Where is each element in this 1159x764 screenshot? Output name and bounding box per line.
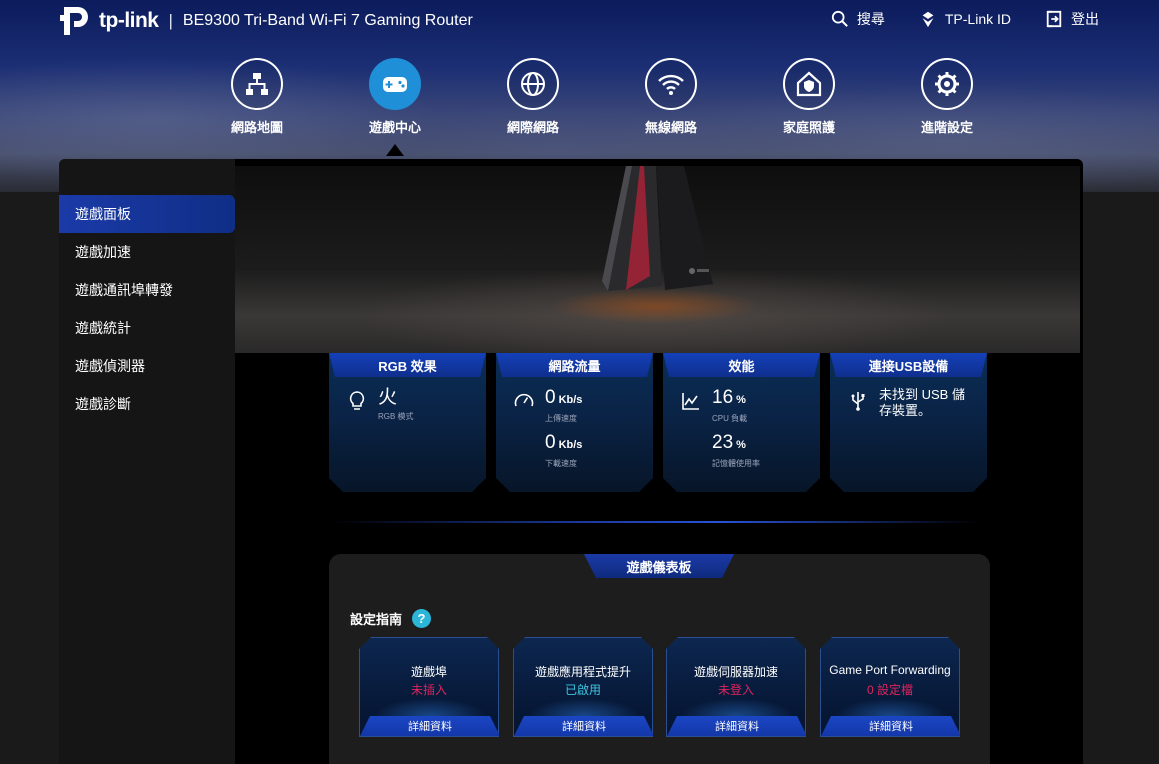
- usb-device-title: 連接USB設備: [830, 353, 987, 377]
- nav-label: 網路地圖: [230, 120, 283, 135]
- card-status: 未登入: [717, 683, 754, 697]
- usb-device-card: 連接USB設備 未找到 USB 儲 存裝置。: [830, 353, 987, 492]
- game-port-forwarding-card: Game Port Forwarding 0 設定檔 詳細資料: [820, 637, 960, 737]
- nav-label: 進階設定: [920, 120, 973, 135]
- logout-label: 登出: [1071, 11, 1099, 27]
- nav-label: 網際網路: [506, 120, 559, 135]
- download-speed-value: 0: [545, 432, 556, 453]
- game-dashboard-title: 遊戲儀表板: [584, 554, 734, 578]
- sidebar-item-game-stats[interactable]: 遊戲統計: [59, 309, 235, 347]
- memory-usage-value: 23: [712, 432, 734, 453]
- card-title: Game Port Forwarding: [829, 663, 951, 677]
- details-button[interactable]: 詳細資料: [667, 716, 807, 736]
- sidebar: 遊戲面板 遊戲加速 遊戲通訊埠轉發 遊戲統計 遊戲偵測器 遊戲診斷: [59, 159, 235, 764]
- logo[interactable]: tp-link | BE9300 Tri-Band Wi-Fi 7 Gaming…: [58, 3, 473, 39]
- setup-guide-label: 設定指南: [350, 612, 403, 627]
- sidebar-item-game-detector[interactable]: 遊戲偵測器: [59, 347, 235, 385]
- tp-link-logo-icon: [58, 3, 94, 39]
- cpu-load-value: 16: [712, 387, 734, 408]
- rgb-effect-title: RGB 效果: [329, 353, 486, 377]
- game-app-boost-card: 遊戲應用程式提升 已啟用 詳細資料: [513, 637, 653, 737]
- search-icon: [831, 10, 848, 27]
- section-divider: [329, 521, 979, 523]
- speedometer-icon: [513, 390, 535, 412]
- rgb-effect-card: RGB 效果 火 RGB 模式: [329, 353, 486, 492]
- router-image: [602, 166, 713, 291]
- card-status: 0 設定檔: [866, 683, 913, 697]
- nav-game-center[interactable]: 遊戲中心: [326, 58, 464, 156]
- sidebar-item-game-diagnostics[interactable]: 遊戲診斷: [59, 385, 235, 423]
- wifi-icon: [645, 58, 697, 110]
- memory-usage-label: 記憶體使用率: [712, 459, 760, 468]
- home-shield-icon: [783, 58, 835, 110]
- usb-status-line2: 存裝置。: [879, 403, 932, 418]
- card-title: 遊戲埠: [410, 665, 447, 679]
- top-actions: 搜尋 TP-Link ID 登出: [831, 9, 1099, 29]
- nav-label: 遊戲中心: [368, 120, 421, 135]
- details-button[interactable]: 詳細資料: [514, 716, 654, 736]
- search-label: 搜尋: [856, 11, 885, 27]
- rgb-mode-value: 火: [378, 387, 398, 408]
- sidebar-item-game-panel[interactable]: 遊戲面板: [59, 195, 235, 233]
- brand-name: tp-link: [99, 9, 159, 32]
- brand-separator: |: [168, 11, 173, 30]
- game-server-accel-card: 遊戲伺服器加速 未登入 詳細資料: [666, 637, 806, 737]
- cpu-load-label: CPU 負載: [712, 414, 748, 423]
- lightbulb-icon: [346, 390, 368, 412]
- memory-usage-unit: %: [736, 439, 746, 451]
- network-map-icon: [231, 58, 283, 110]
- nav-network-map[interactable]: 網路地圖: [188, 58, 326, 136]
- sidebar-item-game-port-forwarding[interactable]: 遊戲通訊埠轉發: [59, 271, 235, 309]
- upload-speed-value: 0: [545, 387, 556, 408]
- card-status: 已啟用: [564, 683, 601, 697]
- nav-internet[interactable]: 網際網路: [464, 58, 602, 136]
- details-button[interactable]: 詳細資料: [821, 716, 961, 736]
- network-traffic-card: 網路流量 0 Kb/s 上傳速度 0 Kb/s 下載速度: [496, 353, 653, 492]
- globe-icon: [507, 58, 559, 110]
- details-button[interactable]: 詳細資料: [360, 716, 500, 736]
- tplink-id-button[interactable]: TP-Link ID: [919, 9, 1011, 29]
- active-nav-indicator: [386, 144, 404, 156]
- performance-title: 效能: [663, 353, 820, 377]
- nav-label: 無線網路: [644, 120, 697, 135]
- usb-status-line1: 未找到 USB 儲: [879, 387, 965, 402]
- router-hero-image: [235, 166, 1080, 353]
- card-status: 未插入: [410, 683, 447, 697]
- nav-homecare[interactable]: 家庭照護: [740, 58, 878, 136]
- setup-guide: 設定指南 ?: [350, 609, 432, 628]
- tplink-id-label: TP-Link ID: [944, 11, 1011, 27]
- nav-advanced[interactable]: 進階設定: [878, 58, 1016, 136]
- logout-icon: [1046, 10, 1062, 28]
- logout-button[interactable]: 登出: [1045, 9, 1099, 29]
- download-speed-label: 下載速度: [545, 459, 577, 468]
- card-title: 遊戲應用程式提升: [534, 665, 631, 679]
- download-speed-unit: Kb/s: [558, 439, 583, 451]
- card-title: 遊戲伺服器加速: [693, 665, 778, 679]
- upload-speed-unit: Kb/s: [558, 394, 583, 406]
- main-panel: 遊戲面板 遊戲加速 遊戲通訊埠轉發 遊戲統計 遊戲偵測器 遊戲診斷 RGB 效果…: [59, 159, 1083, 764]
- upload-speed-label: 上傳速度: [545, 414, 577, 423]
- performance-card: 效能 16% CPU 負載 23% 記憶體使用率: [663, 353, 820, 492]
- nav-wireless[interactable]: 無線網路: [602, 58, 740, 136]
- game-port-card: 遊戲埠 未插入 詳細資料: [359, 637, 499, 737]
- gamepad-icon: [369, 58, 421, 110]
- gear-icon: [921, 58, 973, 110]
- sidebar-item-game-accelerator[interactable]: 遊戲加速: [59, 233, 235, 271]
- cpu-load-unit: %: [736, 394, 746, 406]
- game-dashboard: 遊戲儀表板 設定指南 ? 遊戲埠 未插入 詳細資料 遊戲應用程式提升 已啟用 詳…: [329, 554, 990, 764]
- help-icon[interactable]: ?: [412, 609, 432, 628]
- network-traffic-title: 網路流量: [496, 353, 653, 377]
- product-name: BE9300 Tri-Band Wi-Fi 7 Gaming Router: [182, 12, 473, 29]
- tplink-id-icon: [922, 11, 934, 28]
- line-chart-icon: [680, 390, 702, 412]
- search-button[interactable]: 搜尋: [831, 9, 885, 29]
- nav-label: 家庭照護: [782, 120, 835, 135]
- main-nav: 網路地圖 遊戲中心 網際網路 無線網路 家庭照護 進階設定: [188, 58, 1016, 156]
- usb-icon: [847, 390, 869, 412]
- rgb-mode-label: RGB 模式: [378, 412, 414, 421]
